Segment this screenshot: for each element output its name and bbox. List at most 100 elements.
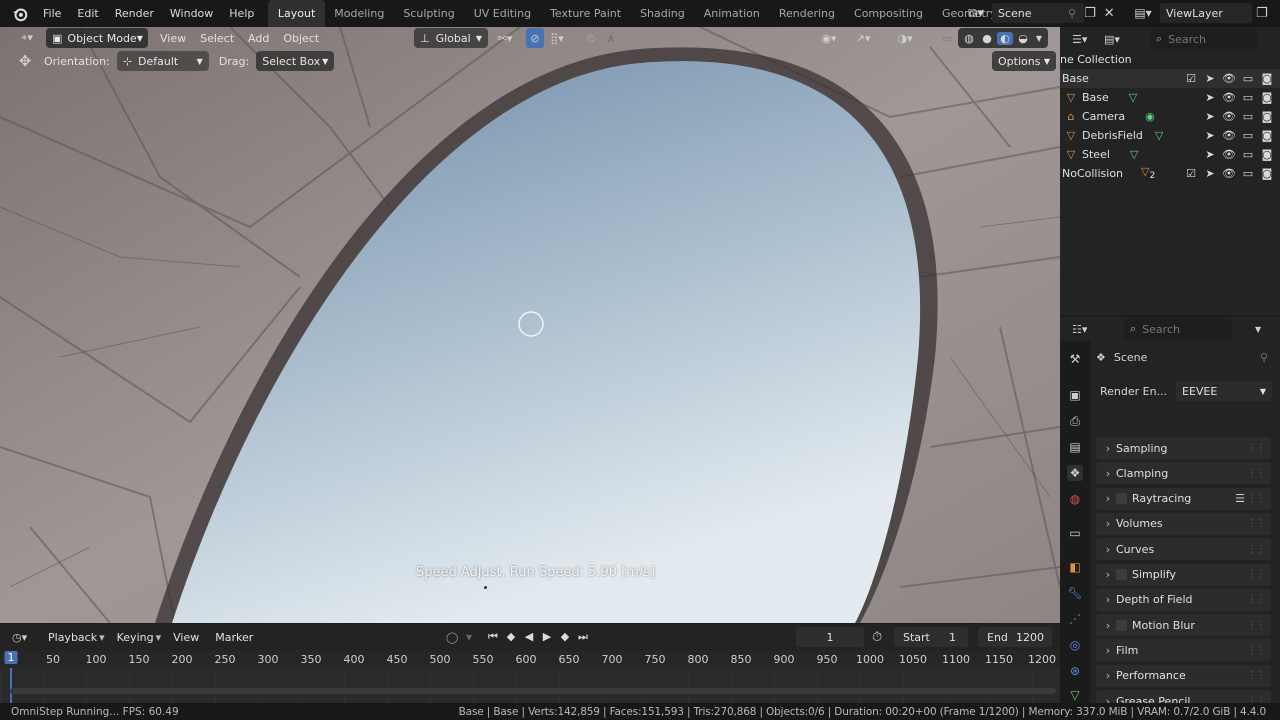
constraints-tab-icon[interactable]: ⊛ [1067,663,1083,679]
chevron-down-icon[interactable]: ▼ [1255,325,1261,334]
falloff-icon[interactable]: ∧ [600,28,622,48]
panel-volumes[interactable]: › Volumes ⋮⋮ [1096,512,1271,535]
chevron-down-icon[interactable]: ▾ [99,631,105,644]
tab-modeling[interactable]: Modeling [325,0,394,27]
camera-render-icon[interactable]: ◙ [1260,110,1274,123]
view-layer-icon[interactable]: ▤▾ [1130,6,1156,20]
outliner-search[interactable]: ⌕ Search [1150,29,1258,49]
render-tab-icon[interactable]: ▣ [1067,387,1083,403]
timeline-menu-keying[interactable]: Keying [109,631,162,644]
jump-end-icon[interactable]: ⏭ [576,630,590,644]
view-layer-tab-icon[interactable]: ▤ [1067,439,1083,455]
viewport-menu-select[interactable]: Select [193,32,241,45]
monitor-icon[interactable]: ▭ [1241,167,1255,180]
outliner-editor-icon[interactable]: ☰▾ [1072,33,1098,46]
viewport-menu-add[interactable]: Add [241,32,276,45]
drag-grip-icon[interactable]: ⋮⋮ [1247,468,1266,479]
outliner-scene-collection[interactable]: ne Collection [1060,50,1280,69]
overlay-icon[interactable]: ◑▾ [894,28,916,48]
view-layer-field[interactable]: ViewLayer [1160,3,1252,23]
move-tool-icon[interactable]: ✥ [12,51,38,71]
timeline-menu-view[interactable]: View [165,631,207,644]
world-tab-icon[interactable]: ◍ [1067,491,1083,507]
output-tab-icon[interactable]: ⎙ [1067,413,1083,429]
panel-simplify[interactable]: › Simplify ⋮⋮ [1096,563,1271,586]
select-icon[interactable]: ➤ [1203,129,1217,142]
monitor-icon[interactable]: ▭ [1241,110,1255,123]
prev-keyframe-icon[interactable]: ◆ [504,630,518,644]
monitor-icon[interactable]: ▭ [1241,129,1255,142]
panel-raytracing[interactable]: › Raytracing ☰ ⋮⋮ [1096,487,1271,510]
panel-curves[interactable]: › Curves ⋮⋮ [1096,538,1271,561]
camera-render-icon[interactable]: ◙ [1260,91,1274,104]
wireframe-shading-icon[interactable]: ◍ [961,32,977,45]
panel-clamping[interactable]: › Clamping ⋮⋮ [1096,462,1271,485]
outliner-row-base[interactable]: Base ☑ ➤ 👁︎ ▭ ◙ [1060,69,1280,88]
exclude-checkbox-icon[interactable]: ☑ [1184,167,1198,180]
eye-icon[interactable]: 👁︎ [1222,148,1236,161]
select-icon[interactable]: ➤ [1203,110,1217,123]
panel-depth-of-field[interactable]: › Depth of Field ⋮⋮ [1096,588,1271,611]
play-icon[interactable]: ▶ [540,630,554,644]
menu-window[interactable]: Window [162,0,221,27]
outliner-row-nocollision[interactable]: NoCollision ▽2 ☑ ➤ 👁︎ ▭ ◙ [1060,164,1280,183]
3d-viewport[interactable]: Speed Adjust, Run Speed: 5.90 [m/s] [0,27,1060,623]
play-reverse-icon[interactable]: ◀ [522,630,536,644]
camera-render-icon[interactable]: ◙ [1260,148,1274,161]
properties-editor-icon[interactable]: ☷▾ [1072,323,1098,336]
solid-shading-icon[interactable]: ● [979,32,995,45]
xray-icon[interactable]: ▭ [936,28,958,48]
drag-grip-icon[interactable]: ⋮⋮ [1247,569,1266,580]
outliner-row-camera[interactable]: ⌂ Camera ◉ ➤ 👁︎ ▭ ◙ [1060,107,1280,126]
delete-scene-icon[interactable]: ✕ [1104,6,1115,21]
monitor-icon[interactable]: ▭ [1241,91,1255,104]
properties-search[interactable]: ⌕ Search [1124,319,1232,339]
object-tab-icon[interactable]: ◧ [1067,559,1083,575]
orientation-dropdown[interactable]: ⊹ Default ▼ [116,51,209,71]
panel-enable-checkbox[interactable] [1116,619,1127,631]
start-frame-field[interactable]: Start 1 [894,627,968,647]
viewport-menu-object[interactable]: Object [276,32,326,45]
options-dropdown[interactable]: Options ▼ [992,51,1056,71]
scene-icon[interactable]: ⧉▾ [962,6,990,21]
tab-layout[interactable]: Layout [268,0,325,27]
modifier-tab-icon[interactable]: 🔧︎ [1067,585,1083,601]
drag-grip-icon[interactable]: ⋮⋮ [1247,493,1266,504]
new-view-layer-icon[interactable]: ❐ [1256,6,1268,21]
outliner-row-base[interactable]: ▽ Base ▽ ➤ 👁︎ ▭ ◙ [1060,88,1280,107]
select-icon[interactable]: ➤ [1203,148,1217,161]
drag-grip-icon[interactable]: ⋮⋮ [1247,620,1266,631]
panel-enable-checkbox[interactable] [1116,569,1127,580]
timeline-ruler[interactable]: 1 50 100 150 200 250 300 350 400 450 500 550 600 650 7… [0,650,1060,668]
camera-render-icon[interactable]: ◙ [1260,167,1274,180]
tab-animation[interactable]: Animation [694,0,769,27]
panel-sampling[interactable]: › Sampling ⋮⋮ [1096,437,1271,459]
pin-icon[interactable]: ⚲ [1068,7,1076,20]
snap-target-icon[interactable]: ⣿▾ [546,28,568,48]
monitor-icon[interactable]: ▭ [1241,148,1255,161]
timeline-scrollbar[interactable] [10,688,1056,694]
eye-icon[interactable]: 👁︎ [1222,129,1236,142]
tab-uv-editing[interactable]: UV Editing [464,0,540,27]
panel-performance[interactable]: › Performance ⋮⋮ [1096,664,1271,687]
timeline-menu-playback[interactable]: Playback [40,631,105,644]
drag-grip-icon[interactable]: ⋮⋮ [1247,645,1266,656]
end-frame-field[interactable]: End 1200 [978,627,1052,647]
timeline-menu-marker[interactable]: Marker [207,631,261,644]
pivot-icon[interactable]: ⚯▾ [494,28,516,48]
drag-grip-icon[interactable]: ⋮⋮ [1247,544,1266,555]
particles-tab-icon[interactable]: ⋰ [1067,611,1083,627]
material-shading-icon[interactable]: ◐ [997,31,1013,45]
tab-sculpting[interactable]: Sculpting [394,0,464,27]
visibility-icon[interactable]: ◉▾ [818,28,840,48]
physics-tab-icon[interactable]: ◎ [1067,637,1083,653]
drag-dropdown[interactable]: Select Box ▼ [256,51,335,71]
snap-toggle-icon[interactable]: ⊘ [526,28,544,48]
panel-enable-checkbox[interactable] [1116,493,1127,505]
panel-film[interactable]: › Film ⋮⋮ [1096,639,1271,662]
panel-motion-blur[interactable]: › Motion Blur ⋮⋮ [1096,614,1271,637]
gizmo-icon[interactable]: ↗▾ [852,28,874,48]
outliner-row-debrisfield[interactable]: ▽ DebrisField ▽ ➤ 👁︎ ▭ ◙ [1060,126,1280,145]
pin-icon[interactable]: ⚲ [1260,351,1268,364]
mode-dropdown[interactable]: ▣ Object Mode ▼ [46,28,148,48]
